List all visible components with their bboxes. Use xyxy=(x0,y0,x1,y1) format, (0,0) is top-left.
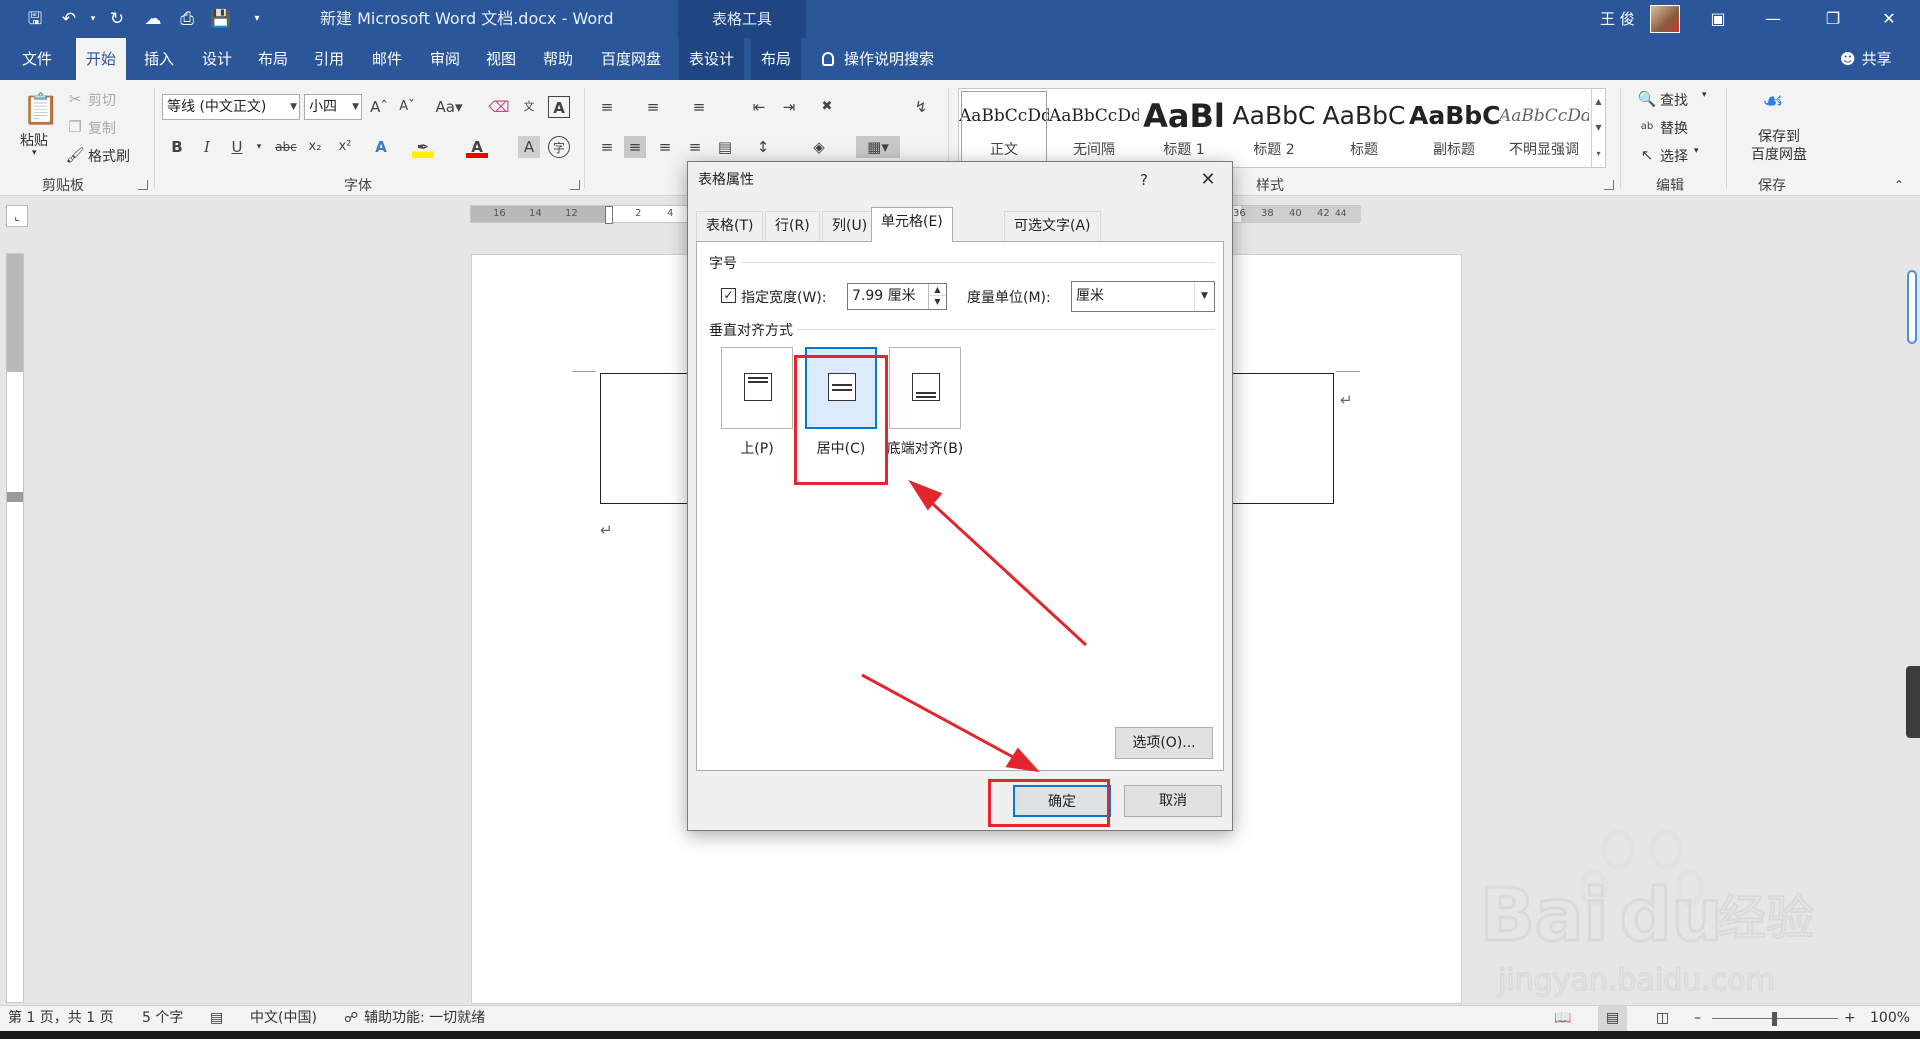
word-count[interactable]: 5 个字 xyxy=(142,1006,183,1031)
zoom-level[interactable]: 100% xyxy=(1870,1006,1910,1031)
proofing-icon[interactable]: ▤ xyxy=(210,1006,223,1031)
arrow-to-ok-button xyxy=(861,673,1025,765)
zoom-out-icon[interactable]: – xyxy=(1694,1006,1701,1031)
tab-cell[interactable]: 单元格(E) xyxy=(871,207,953,242)
print-layout-icon[interactable]: ▤ xyxy=(1598,1006,1628,1031)
page-count[interactable]: 第 1 页，共 1 页 xyxy=(8,1006,114,1031)
read-mode-icon[interactable]: 📖 xyxy=(1554,1006,1571,1031)
arrow-head xyxy=(1005,747,1040,773)
status-bar: 第 1 页，共 1 页 5 个字 ▤ 中文(中国) ☍ 辅助功能: 一切就绪 📖… xyxy=(0,1005,1920,1031)
accessibility-icon: ☍ xyxy=(344,1010,359,1026)
arrow-head xyxy=(908,479,943,511)
web-layout-icon[interactable]: ◫ xyxy=(1656,1006,1669,1031)
zoom-slider-thumb[interactable] xyxy=(1772,1012,1777,1026)
arrow-to-center-option xyxy=(920,492,1088,647)
accessibility-status[interactable]: 辅助功能: 一切就绪 xyxy=(364,1006,485,1031)
language-status[interactable]: 中文(中国) xyxy=(250,1006,317,1031)
taskbar-strip xyxy=(0,1031,1920,1039)
zoom-in-icon[interactable]: + xyxy=(1844,1006,1856,1031)
annotation-arrows xyxy=(861,479,1088,773)
